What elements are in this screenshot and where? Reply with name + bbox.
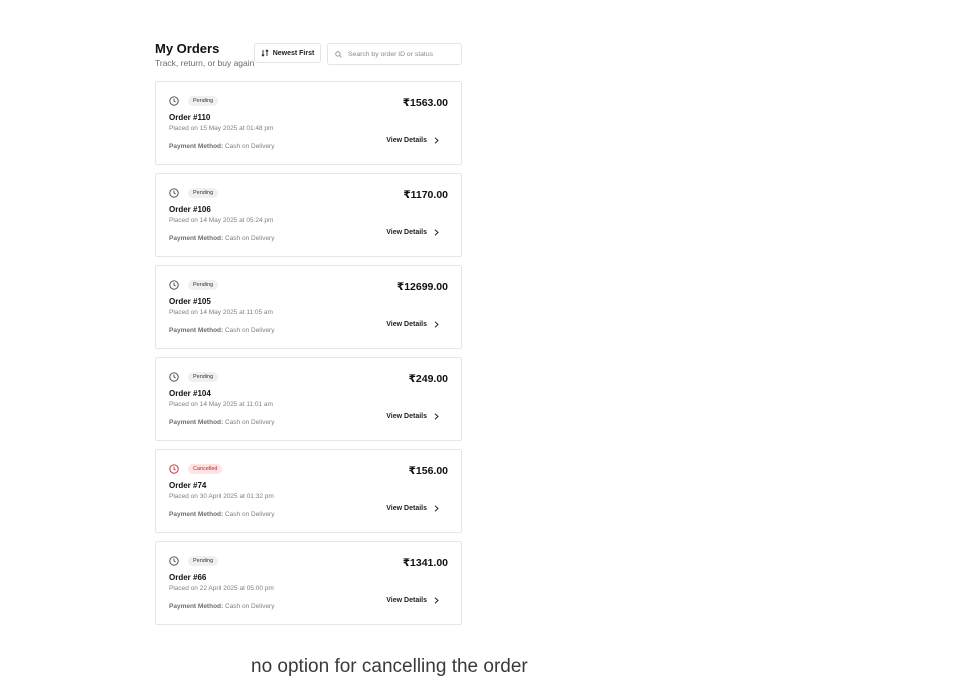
order-card: Pending Order #66 Placed on 22 April 2025 … [155,541,462,625]
clock-icon [169,372,179,382]
order-id: Order #105 [169,297,211,306]
payment-method-label: Payment Method: [169,327,224,334]
view-details-label: View Details [386,597,427,604]
order-amount: ₹1563.00 [402,97,448,109]
payment-method-label: Payment Method: [169,511,224,518]
sort-arrows-icon [261,49,269,57]
payment-method-label: Payment Method: [169,235,224,242]
view-details-label: View Details [386,229,427,236]
order-amount: ₹12699.00 [396,281,448,293]
order-card: Cancelled Order #74 Placed on 30 April 202… [155,449,462,533]
sort-button[interactable]: Newest First [254,43,321,63]
payment-method: Payment Method: Cash on Delivery [169,419,274,426]
order-id: Order #66 [169,573,207,582]
status-badge: Pending [188,280,219,290]
order-list: Pending Order #110 Placed on 15 May 2025 a… [155,81,462,633]
order-date: Placed on 14 May 2025 at 11:01 am [169,401,273,408]
order-card: Pending Order #110 Placed on 15 May 2025 a… [155,81,462,165]
view-details-button[interactable]: View Details [386,597,439,604]
search-icon [335,45,342,63]
search-input[interactable] [348,50,461,58]
order-amount: ₹156.00 [408,465,448,477]
payment-method-value: Cash on Delivery [223,419,275,426]
orders-header: My Orders Track, return, or buy again Ne… [155,41,462,69]
payment-method: Payment Method: Cash on Delivery [169,143,274,150]
view-details-button[interactable]: View Details [386,321,439,328]
order-card: Pending Order #104 Placed on 14 May 2025 a… [155,357,462,441]
order-status: Pending [169,372,219,382]
view-details-button[interactable]: View Details [386,413,439,420]
order-status: Pending [169,556,219,566]
payment-method: Payment Method: Cash on Delivery [169,235,274,242]
chevron-right-icon [434,229,439,236]
order-status: Pending [169,188,219,198]
order-status: Cancelled [169,464,223,474]
clock-icon [169,188,179,198]
order-id: Order #110 [169,113,211,122]
status-badge: Pending [188,372,219,382]
view-details-label: View Details [386,137,427,144]
chevron-right-icon [434,505,439,512]
chevron-right-icon [434,413,439,420]
clock-icon [169,464,179,474]
payment-method-label: Payment Method: [169,419,224,426]
view-details-button[interactable]: View Details [386,137,439,144]
order-date: Placed on 15 May 2025 at 01:48 pm [169,125,274,132]
payment-method-value: Cash on Delivery [223,603,275,610]
order-date: Placed on 22 April 2025 at 05:00 pm [169,585,274,592]
payment-method-label: Payment Method: [169,143,224,150]
view-details-label: View Details [386,505,427,512]
status-badge: Pending [188,188,219,198]
chevron-right-icon [434,597,439,604]
payment-method-value: Cash on Delivery [223,143,275,150]
order-date: Placed on 14 May 2025 at 11:05 am [169,309,273,316]
order-date: Placed on 30 April 2025 at 01:32 pm [169,493,274,500]
clock-icon [169,556,179,566]
page-subtitle: Track, return, or buy again [155,58,255,68]
page-title: My Orders [155,41,220,56]
payment-method: Payment Method: Cash on Delivery [169,327,274,334]
payment-method-value: Cash on Delivery [223,235,275,242]
chevron-right-icon [434,137,439,144]
view-details-label: View Details [386,413,427,420]
order-date: Placed on 14 May 2025 at 05:24 pm [169,217,274,224]
order-amount: ₹249.00 [408,373,448,385]
order-status: Pending [169,96,219,106]
status-badge: Cancelled [188,464,223,474]
payment-method-value: Cash on Delivery [223,511,275,518]
sort-label: Newest First [272,49,315,57]
order-card: Pending Order #106 Placed on 14 May 2025 a… [155,173,462,257]
view-details-button[interactable]: View Details [386,229,439,236]
view-details-label: View Details [386,321,427,328]
clock-icon [169,96,179,106]
order-id: Order #74 [169,481,207,490]
order-amount: ₹1170.00 [403,189,448,201]
search-box[interactable] [327,43,462,65]
order-id: Order #104 [169,389,211,398]
payment-method: Payment Method: Cash on Delivery [169,603,274,610]
payment-method: Payment Method: Cash on Delivery [169,511,274,518]
clock-icon [169,280,179,290]
order-status: Pending [169,280,219,290]
order-id: Order #106 [169,205,211,214]
order-amount: ₹1341.00 [402,557,448,569]
chevron-right-icon [434,321,439,328]
view-details-button[interactable]: View Details [386,505,439,512]
payment-method-label: Payment Method: [169,603,224,610]
payment-method-value: Cash on Delivery [223,327,275,334]
note-text: no option for cancelling the order [251,656,528,677]
order-card: Pending Order #105 Placed on 14 May 2025 a… [155,265,462,349]
status-badge: Pending [188,96,219,106]
status-badge: Pending [188,556,219,566]
